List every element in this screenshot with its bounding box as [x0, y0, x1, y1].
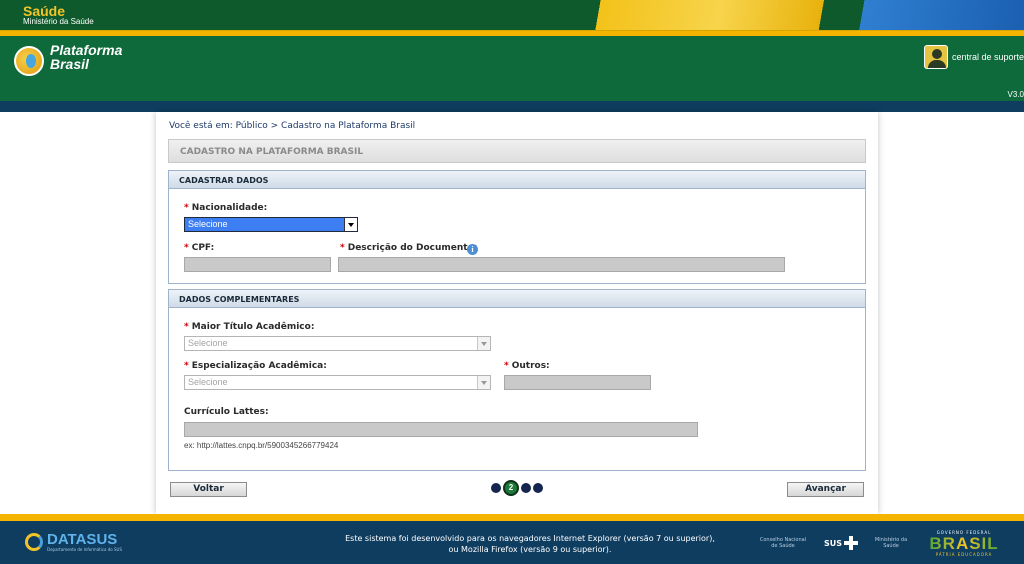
step-dot — [521, 483, 531, 493]
required-mark: * — [184, 322, 189, 332]
maior-titulo-select[interactable]: Selecione — [184, 336, 491, 351]
chevron-down-icon[interactable] — [477, 337, 490, 350]
chevron-down-icon[interactable] — [344, 218, 357, 231]
gov-bar-subtitle: Ministério da Saúde — [23, 17, 94, 26]
site-footer: DATASUS Departamento de Informática do S… — [0, 521, 1024, 564]
datasus-logo[interactable]: DATASUS Departamento de Informática do S… — [25, 532, 122, 552]
cadastrar-dados-panel: CADASTRAR DADOS * Nacionalidade: Selecion… — [168, 170, 866, 284]
required-mark: * — [184, 243, 189, 253]
outros-label: * Outros: — [504, 361, 550, 371]
conselho-logo: Conselho Nacional de Saúde — [759, 537, 807, 549]
gov-bar: Saúde Ministério da Saúde — [0, 0, 1024, 31]
footer-message-line1: Este sistema foi desenvolvido para os na… — [345, 534, 715, 543]
browser-support-message: Este sistema foi desenvolvido para os na… — [330, 533, 730, 555]
support-label: central de suporte — [951, 52, 1024, 62]
curriculo-lattes-field[interactable] — [184, 422, 698, 437]
datasus-title: DATASUS — [47, 531, 118, 548]
voltar-button[interactable]: Voltar — [170, 482, 247, 497]
required-mark: * — [184, 361, 189, 371]
governo-federal-logo: GOVERNO FEDERAL BRASIL PÁTRIA EDUCADORA — [924, 530, 1004, 557]
page-title: CADASTRO NA PLATAFORMA BRASIL — [168, 139, 866, 163]
outros-field[interactable] — [504, 375, 651, 390]
logo-text: Plataforma Brasil — [50, 42, 123, 72]
especializacao-value: Selecione — [188, 377, 228, 387]
descricao-documento-label: * Descrição do Documento: — [340, 243, 478, 253]
especializacao-select[interactable]: Selecione — [184, 375, 491, 390]
especializacao-label: * Especialização Acadêmica: — [184, 361, 327, 371]
partner-logos: Conselho Nacional de Saúde SUS Ministéri… — [756, 529, 1004, 557]
nav-bar — [0, 101, 1024, 112]
support-link[interactable]: central de suporte — [923, 45, 1024, 69]
footer-gold-line — [0, 514, 1024, 521]
curriculo-lattes-label: Currículo Lattes: — [184, 407, 269, 417]
maior-titulo-value: Selecione — [188, 338, 228, 348]
step-dot — [491, 483, 501, 493]
required-mark: * — [504, 361, 509, 371]
step-dot — [533, 483, 543, 493]
avancar-button[interactable]: Avançar — [787, 482, 864, 497]
descricao-documento-field[interactable] — [338, 257, 785, 272]
site-header: Plataforma Brasil central de suporte V3.… — [0, 36, 1024, 101]
version-label: V3.0 — [1007, 90, 1024, 99]
patria-educadora-text: PÁTRIA EDUCADORA — [935, 551, 993, 557]
maior-titulo-label: * Maior Título Acadêmico: — [184, 322, 315, 332]
cadastrar-dados-title: CADASTRAR DADOS — [169, 171, 865, 189]
chevron-down-icon[interactable] — [477, 376, 490, 389]
sus-text: SUS — [824, 538, 843, 548]
dados-complementares-panel: DADOS COMPLEMENTARES * Maior Título Acadê… — [168, 289, 866, 471]
step-dot-current: 2 — [503, 480, 519, 496]
support-avatar-icon — [923, 45, 948, 69]
ministerio-logo: Ministério da Saúde — [874, 537, 908, 549]
cpf-field[interactable] — [184, 257, 331, 272]
curriculo-lattes-hint: ex: http://lattes.cnpq.br/59003452667794… — [184, 441, 339, 450]
nacionalidade-select[interactable]: Selecione — [184, 217, 358, 232]
sus-logo: SUS — [824, 536, 859, 550]
cpf-label: * CPF: — [184, 243, 215, 253]
required-mark: * — [340, 243, 345, 253]
info-icon[interactable]: i — [467, 244, 478, 255]
dados-complementares-title: DADOS COMPLEMENTARES — [169, 290, 865, 308]
nacionalidade-label: * Nacionalidade: — [184, 203, 268, 213]
gov-bar-decoration-blue — [834, 0, 1024, 30]
globe-icon — [14, 46, 44, 76]
plataforma-brasil-logo[interactable]: Plataforma Brasil — [12, 42, 142, 82]
brasil-text: BRASIL — [924, 535, 1004, 552]
nacionalidade-value: Selecione — [188, 219, 228, 229]
step-indicator: 2 — [491, 480, 545, 496]
breadcrumb: Você está em: Público > Cadastro na Plat… — [169, 121, 416, 131]
main-content: Você está em: Público > Cadastro na Plat… — [156, 112, 878, 514]
datasus-subtitle: Departamento de Informática do SUS — [47, 547, 123, 552]
cross-icon — [844, 536, 859, 550]
footer-message-line2: ou Mozilla Firefox (versão 9 ou superior… — [448, 545, 612, 554]
required-mark: * — [184, 203, 189, 213]
datasus-icon — [25, 533, 43, 551]
